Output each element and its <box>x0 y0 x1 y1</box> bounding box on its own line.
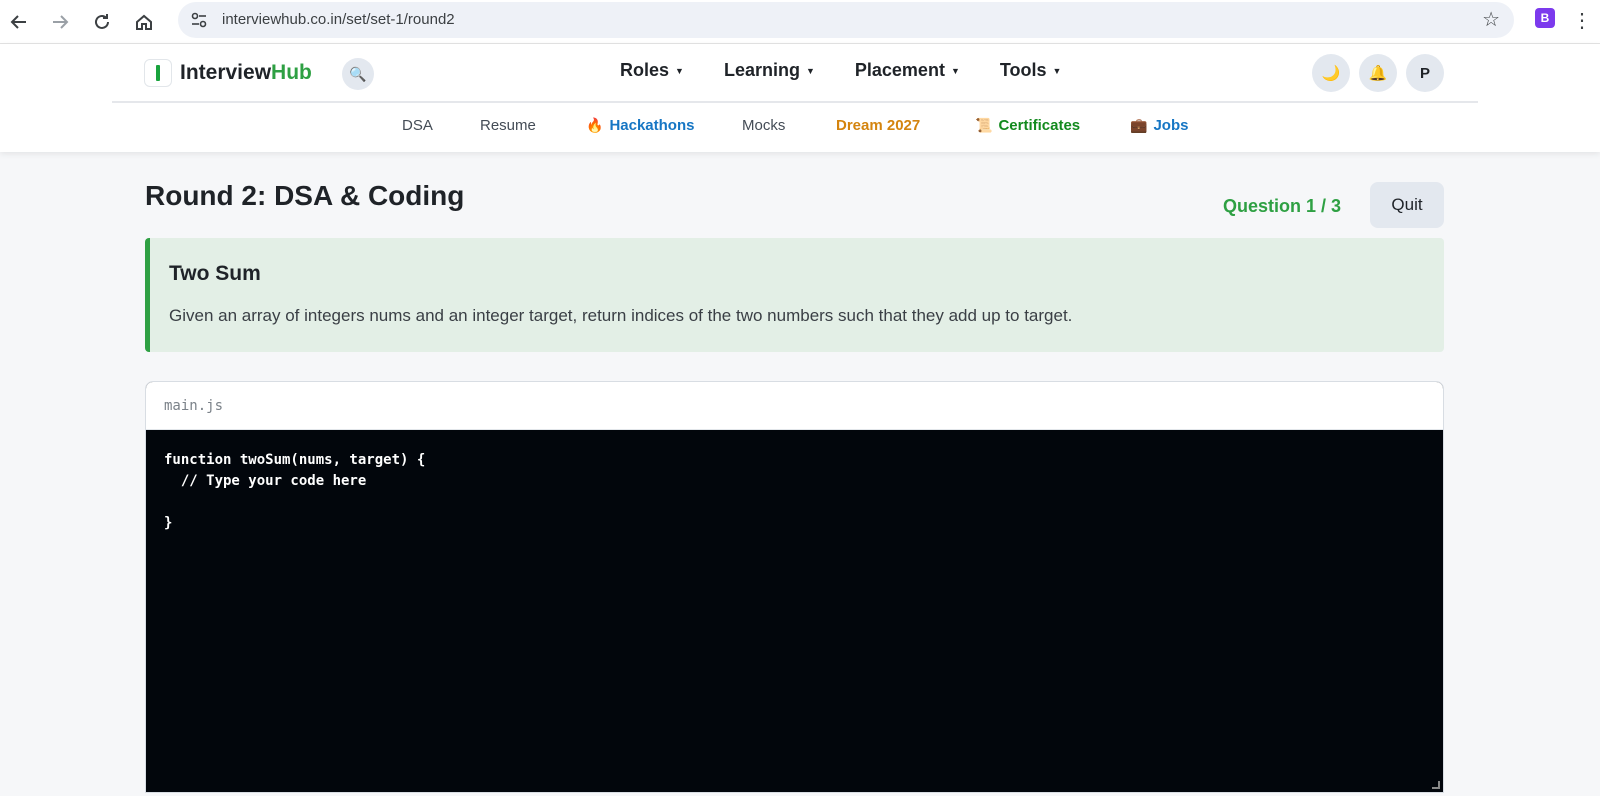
avatar[interactable]: P <box>1406 54 1444 92</box>
logo-mark-icon <box>144 59 172 87</box>
address-bar[interactable]: interviewhub.co.in/set/set-1/round2 ☆ <box>178 2 1514 38</box>
nav-placement[interactable]: Placement ▼ <box>855 60 960 81</box>
code-textarea[interactable]: function twoSum(nums, target) { // Type … <box>146 430 1443 554</box>
forward-arrow-icon[interactable] <box>44 6 76 38</box>
sub-nav: DSA Resume 🔥 Hackathons Mocks Dream 2027 … <box>0 117 1600 141</box>
logo-text: InterviewHub <box>180 61 312 85</box>
logo[interactable]: InterviewHub <box>144 59 312 87</box>
subnav-hackathons[interactable]: 🔥 Hackathons <box>586 117 694 134</box>
nav-learning[interactable]: Learning ▼ <box>724 60 815 81</box>
subnav-jobs[interactable]: 💼 Jobs <box>1130 117 1188 134</box>
main-nav: Roles ▼ Learning ▼ Placement ▼ Tools ▼ <box>620 60 1101 81</box>
subnav-mocks[interactable]: Mocks <box>742 117 785 134</box>
browser-toolbar: interviewhub.co.in/set/set-1/round2 ☆ B … <box>0 0 1600 44</box>
logo-text-main: Interview <box>180 61 272 84</box>
search-icon[interactable]: 🔍 <box>342 58 374 90</box>
caret-down-icon: ▼ <box>805 65 815 76</box>
extension-icon[interactable]: B <box>1535 8 1555 28</box>
bookmark-star-icon[interactable]: ☆ <box>1482 7 1500 32</box>
fire-icon: 🔥 <box>586 117 604 133</box>
back-arrow-icon[interactable] <box>3 6 35 38</box>
editor-filename-tab: main.js <box>146 382 1443 430</box>
nav-roles[interactable]: Roles ▼ <box>620 60 684 81</box>
nav-learning-label: Learning <box>723 60 800 80</box>
caret-down-icon: ▼ <box>1052 65 1062 76</box>
briefcase-icon: 💼 <box>1130 117 1148 133</box>
quit-button[interactable]: Quit <box>1370 182 1444 228</box>
subnav-dream[interactable]: Dream 2027 <box>836 117 920 134</box>
subnav-certificates[interactable]: 📜 Certificates <box>975 117 1080 134</box>
problem-title: Two Sum <box>169 262 261 285</box>
problem-description: Given an array of integers nums and an i… <box>169 306 1073 325</box>
subnav-dsa[interactable]: DSA <box>402 117 433 134</box>
resize-handle[interactable] <box>1432 781 1440 789</box>
nav-tools-label: Tools <box>999 60 1047 80</box>
site-settings-icon[interactable] <box>190 11 208 29</box>
theme-toggle-moon-icon[interactable]: 🌙 <box>1312 54 1350 92</box>
logo-text-accent: Hub <box>271 61 312 84</box>
nav-placement-label: Placement <box>854 60 945 80</box>
more-menu-icon[interactable]: ⋮ <box>1572 8 1592 33</box>
subnav-jobs-label: Jobs <box>1153 117 1189 134</box>
header-divider <box>112 101 1478 103</box>
question-progress: Question 1 / 3 <box>1223 196 1342 216</box>
subnav-resume[interactable]: Resume <box>480 117 536 134</box>
nav-roles-label: Roles <box>620 60 670 80</box>
caret-down-icon: ▼ <box>950 65 960 76</box>
scroll-icon: 📜 <box>975 117 993 133</box>
reload-icon[interactable] <box>86 6 118 38</box>
notification-bell-icon[interactable]: 🔔 <box>1359 54 1397 92</box>
caret-down-icon: ▼ <box>675 65 684 76</box>
problem-card: Two Sum Given an array of integers nums … <box>145 238 1444 352</box>
home-icon[interactable] <box>128 6 160 38</box>
subnav-certificates-label: Certificates <box>998 117 1081 134</box>
subnav-hackathons-label: Hackathons <box>609 117 695 134</box>
url-text: interviewhub.co.in/set/set-1/round2 <box>222 11 455 28</box>
page-title: Round 2: DSA & Coding <box>145 180 465 211</box>
nav-tools[interactable]: Tools ▼ <box>1000 60 1062 81</box>
code-editor: main.js function twoSum(nums, target) { … <box>145 381 1444 793</box>
site-header: InterviewHub 🔍 Roles ▼ Learning ▼ Placemen… <box>0 44 1600 152</box>
